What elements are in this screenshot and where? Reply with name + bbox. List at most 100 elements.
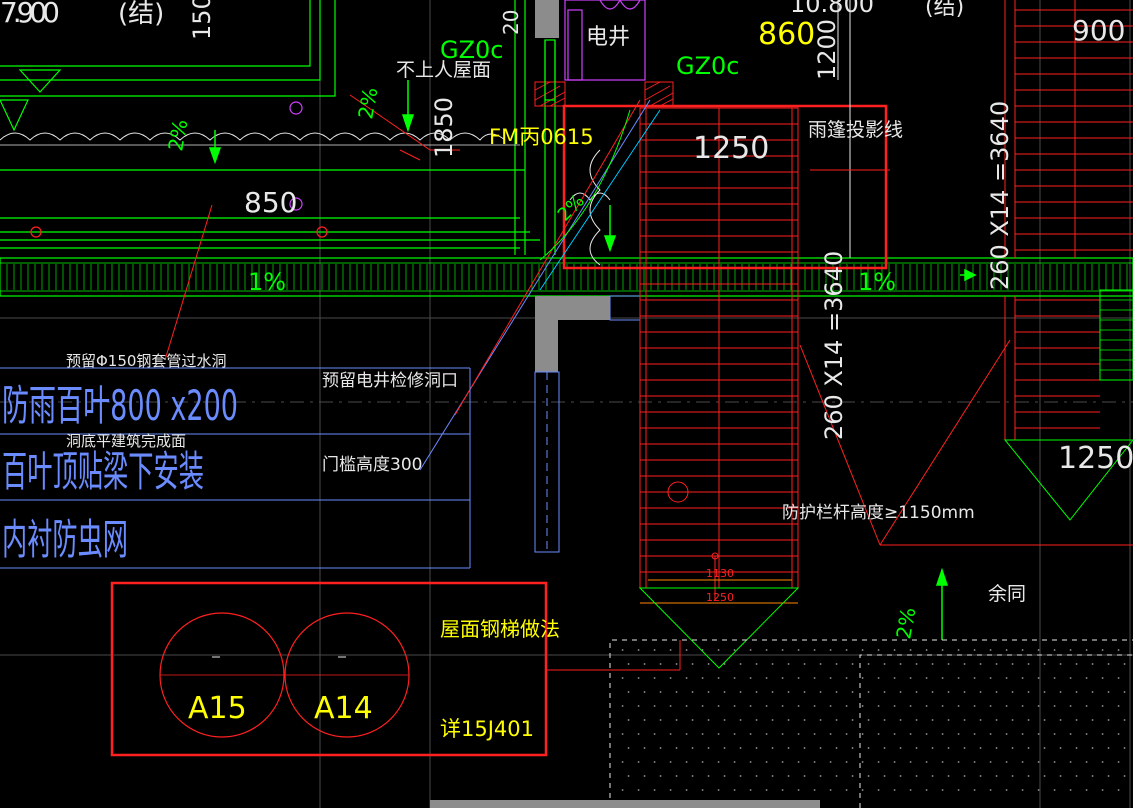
- floor-dot: [925, 789, 928, 791]
- floor-dot: [701, 789, 704, 791]
- floor-dot: [941, 761, 944, 763]
- floor-dot: [915, 663, 918, 665]
- floor-dot: [733, 789, 736, 791]
- floor-dot: [995, 663, 998, 665]
- floor-dot: [957, 677, 960, 679]
- dim-20: 20: [499, 10, 523, 35]
- dim-1850: 1850: [430, 97, 458, 158]
- floor-dot: [829, 677, 832, 679]
- floor-dot: [941, 733, 944, 735]
- floor-dot: [883, 719, 886, 721]
- note-same: 余同: [988, 583, 1026, 605]
- floor-dot: [893, 733, 896, 735]
- floor-dot: [723, 719, 726, 721]
- floor-dot: [1043, 747, 1046, 749]
- floor-dot: [1027, 663, 1030, 665]
- floor-dot: [1021, 677, 1024, 679]
- floor-dot: [915, 719, 918, 721]
- floor-dot: [1107, 691, 1110, 693]
- floor-dot: [813, 761, 816, 763]
- floor-dot: [925, 649, 928, 651]
- floor-dot: [1123, 775, 1126, 777]
- floor-dot: [845, 649, 848, 651]
- floor-dot: [835, 691, 838, 693]
- floor-dot: [637, 649, 640, 651]
- floor-dot: [1091, 691, 1094, 693]
- floor-dot: [675, 719, 678, 721]
- floor-dot: [1005, 705, 1008, 707]
- floor-dot: [787, 775, 790, 777]
- floor-dot: [1037, 705, 1040, 707]
- floor-dot: [963, 691, 966, 693]
- floor-dot: [717, 789, 720, 791]
- floor-dot: [973, 677, 976, 679]
- floor-dot: [669, 677, 672, 679]
- floor-dot: [963, 719, 966, 721]
- floor-dot: [883, 663, 886, 665]
- dim-1200: 1200: [813, 19, 841, 80]
- floor-dot: [1085, 677, 1088, 679]
- floor-dot: [659, 691, 662, 693]
- floor-dot: [1107, 719, 1110, 721]
- floor-dot: [915, 775, 918, 777]
- floor-dot: [627, 775, 630, 777]
- floor-dot: [909, 733, 912, 735]
- floor-dot: [691, 747, 694, 749]
- floor-dot: [637, 705, 640, 707]
- floor-dot: [1021, 705, 1024, 707]
- floor-dot: [685, 677, 688, 679]
- struct-left: (结): [118, 0, 164, 29]
- floor-dot: [1027, 775, 1030, 777]
- floor-dot: [739, 747, 742, 749]
- floor-dot: [797, 705, 800, 707]
- floor-dot: [1011, 747, 1014, 749]
- floor-dot: [899, 775, 902, 777]
- floor-dot: [627, 663, 630, 665]
- floor-dot: [669, 733, 672, 735]
- circle-a15: A15: [188, 691, 247, 726]
- floor-dot: [877, 789, 880, 791]
- floor-dot: [1117, 761, 1120, 763]
- floor-dot: [707, 775, 710, 777]
- floor-dot: [893, 649, 896, 651]
- floor-dot: [845, 733, 848, 735]
- floor-dot: [1107, 747, 1110, 749]
- floor-dot: [867, 775, 870, 777]
- floor-dot: [893, 677, 896, 679]
- floor-dot: [685, 761, 688, 763]
- floor-dot: [717, 705, 720, 707]
- floor-dot: [1053, 705, 1056, 707]
- floor-dot: [1117, 789, 1120, 791]
- floor-dot: [819, 663, 822, 665]
- floor-dot: [717, 761, 720, 763]
- floor-dot: [931, 719, 934, 721]
- floor-dot: [851, 719, 854, 721]
- floor-dot: [781, 705, 784, 707]
- floor-dot: [979, 719, 982, 721]
- floor-dot: [1005, 733, 1008, 735]
- floor-dot: [851, 663, 854, 665]
- floor-dot: [1085, 789, 1088, 791]
- floor-dot: [691, 775, 694, 777]
- floor-dot: [1123, 663, 1126, 665]
- floor-dot: [781, 761, 784, 763]
- floor-dot: [637, 733, 640, 735]
- floor-dot: [861, 761, 864, 763]
- floor-dot: [845, 761, 848, 763]
- floor-dot: [1027, 691, 1030, 693]
- floor-dot: [797, 761, 800, 763]
- floor-dot: [1101, 649, 1104, 651]
- floor-dot: [995, 719, 998, 721]
- floor-dot: [643, 775, 646, 777]
- floor-dot: [669, 789, 672, 791]
- floor-dot: [979, 663, 982, 665]
- floor-dot: [947, 691, 950, 693]
- floor-dot: [925, 677, 928, 679]
- floor-dot: [803, 747, 806, 749]
- floor-dot: [909, 789, 912, 791]
- floor-dot: [685, 733, 688, 735]
- floor-dot: [1005, 789, 1008, 791]
- floor-dot: [621, 789, 624, 791]
- floor-dot: [931, 663, 934, 665]
- floor-dot: [813, 649, 816, 651]
